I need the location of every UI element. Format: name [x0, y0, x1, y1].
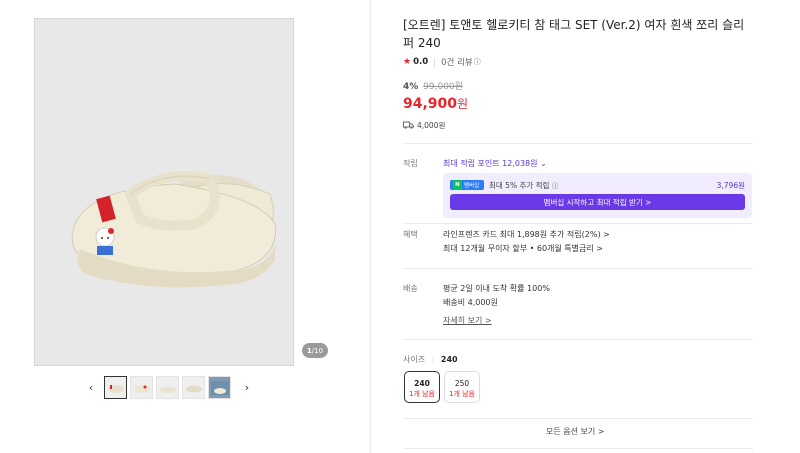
benefits-label: 혜택: [403, 230, 418, 239]
all-options-link[interactable]: 모든 옵션 보기 >: [546, 426, 605, 437]
chevron-left-icon[interactable]: ‹: [84, 381, 98, 394]
original-price: 99,000원: [423, 82, 463, 92]
thumbnail-3[interactable]: [156, 376, 179, 399]
final-price-value: 94,900: [403, 96, 458, 112]
price-row: 4% 99,000원: [403, 79, 753, 92]
slipper-illustration: [71, 171, 276, 288]
membership-extra-points: 최대 5% 추가 적립 ⓘ: [489, 180, 558, 191]
section-divider: [403, 418, 753, 419]
card-benefit-link[interactable]: 라인프렌즈 카드 최대 1,898원 추가 적립(2%) >: [443, 229, 610, 240]
column-divider: [370, 0, 371, 453]
size-option-stock: 1개 남음: [449, 390, 475, 398]
thumbnail-2[interactable]: [130, 376, 153, 399]
delivery-fee: 배송비 4,000원: [443, 298, 498, 307]
section-divider: [403, 223, 753, 224]
product-main-image[interactable]: [34, 18, 294, 366]
installment-benefit-link[interactable]: 최대 12개월 무이자 할부 • 60개월 특별금리 >: [443, 243, 603, 254]
max-points-text: 최대 적립 포인트 12,038원: [443, 159, 538, 168]
naverpay-membership-box: N 멤버십 최대 5% 추가 적립 ⓘ 3,796원 멤버십 시작하고 최대 적…: [443, 173, 752, 218]
naverpay-n-icon: N: [452, 180, 462, 190]
product-info: [오트렌] 토앤토 헬로키티 참 태그 SET (Ver.2) 여자 흰색 쪼리…: [403, 16, 753, 131]
product-title: [오트렌] 토앤토 헬로키티 참 태그 SET (Ver.2) 여자 흰색 쪼리…: [403, 18, 745, 50]
image-counter: 1/10: [302, 343, 328, 358]
shipping-row: 4,000원: [403, 120, 753, 131]
review-count[interactable]: 0건 리뷰: [441, 56, 473, 68]
size-label-text: 사이즈: [403, 355, 426, 364]
thumbnail-5[interactable]: [208, 376, 231, 399]
size-option-value: 240: [414, 379, 430, 388]
delivery-details-link[interactable]: 자세히 보기 >: [443, 315, 492, 326]
section-divider: [403, 143, 753, 144]
section-divider: [403, 448, 753, 449]
size-option-240[interactable]: 240 1개 남음: [404, 371, 440, 403]
membership-start-button[interactable]: 멤버십 시작하고 최대 적립 받기 >: [450, 194, 745, 210]
size-option-stock: 1개 남음: [409, 390, 435, 398]
naverpay-badge: N 멤버십: [450, 180, 484, 190]
delivery-label: 배송: [403, 284, 418, 293]
delivery-arrival-rate: 평균 2일 이내 도착 확률 100%: [443, 284, 550, 293]
info-icon[interactable]: ⓘ: [552, 182, 559, 190]
truck-icon: [403, 121, 414, 131]
currency: 원: [457, 97, 469, 111]
thumbnail-strip: ‹ ›: [84, 376, 254, 399]
size-separator: |: [431, 355, 435, 364]
membership-extra-text: 최대 5% 추가 적립: [489, 181, 550, 190]
size-label: 사이즈 | 240: [403, 354, 458, 365]
thumbnail-1[interactable]: [104, 376, 127, 399]
info-icon[interactable]: ⓘ: [474, 57, 481, 67]
rating-row: ★ 0.0 0건 리뷰 ⓘ: [403, 56, 753, 68]
selected-size: 240: [440, 355, 458, 364]
size-option-250[interactable]: 250 1개 남음: [444, 371, 480, 403]
shipping-fee: 4,000원: [417, 121, 446, 130]
final-price: 94,900원: [403, 95, 753, 112]
naverpay-badge-text: 멤버십: [463, 183, 480, 189]
section-divider: [403, 339, 753, 340]
section-divider: [403, 268, 753, 269]
thumbnail-4[interactable]: [182, 376, 205, 399]
points-label: 적립: [403, 159, 418, 168]
chevron-right-icon[interactable]: ›: [240, 381, 254, 394]
discount-rate: 4%: [403, 82, 419, 92]
membership-points-amount: 3,796원: [716, 181, 745, 190]
max-points-dropdown[interactable]: 최대 적립 포인트 12,038원 ⌄: [443, 158, 547, 169]
star-icon: ★: [403, 57, 412, 67]
rating-value: 0.0: [413, 57, 429, 67]
size-option-value: 250: [454, 379, 470, 388]
rating-separator: [434, 57, 436, 67]
chevron-down-icon: ⌄: [540, 159, 547, 168]
